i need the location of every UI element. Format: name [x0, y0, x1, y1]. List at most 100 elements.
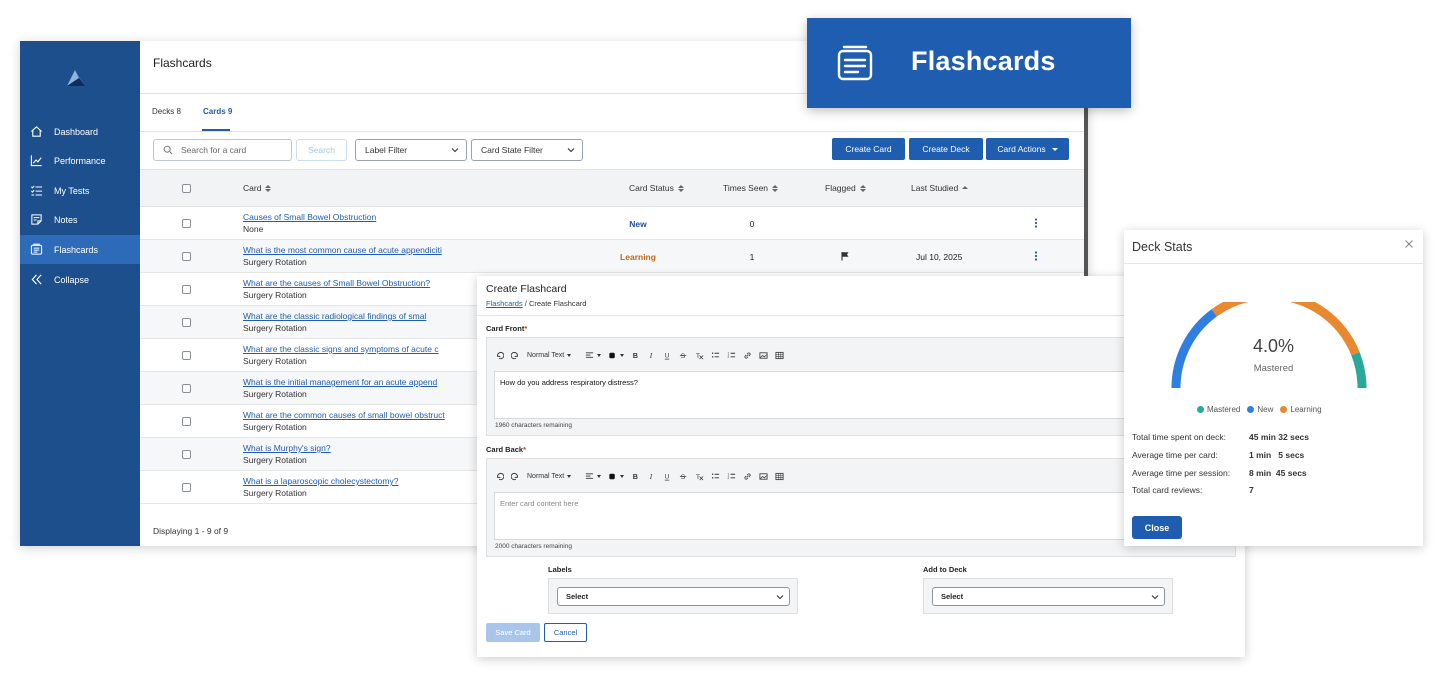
- row-checkbox[interactable]: [182, 384, 191, 393]
- text-color-icon[interactable]: [608, 472, 625, 481]
- column-last-studied[interactable]: Last Studied: [911, 183, 969, 193]
- format-dropdown[interactable]: Normal Text: [527, 352, 572, 359]
- italic-icon[interactable]: I: [647, 351, 656, 360]
- align-left-icon[interactable]: [585, 472, 602, 481]
- row-checkbox[interactable]: [182, 417, 191, 426]
- deck-select[interactable]: Select: [932, 587, 1165, 606]
- italic-icon[interactable]: I: [647, 472, 656, 481]
- strikethrough-icon[interactable]: S: [679, 351, 688, 360]
- card-title-link[interactable]: What are the common causes of small bowe…: [243, 410, 445, 420]
- link-icon[interactable]: [743, 472, 752, 481]
- clear-format-icon[interactable]: T: [695, 472, 704, 481]
- labels-select[interactable]: Select: [557, 587, 790, 606]
- add-to-deck-label: Add to Deck: [923, 565, 967, 574]
- table-icon[interactable]: [775, 472, 784, 481]
- close-button[interactable]: Close: [1132, 516, 1182, 539]
- breadcrumb-link-flashcards[interactable]: Flashcards: [486, 299, 523, 308]
- sidebar-item-label: My Tests: [54, 185, 90, 196]
- underline-icon[interactable]: U: [663, 472, 672, 481]
- numbered-list-icon[interactable]: 12: [727, 472, 736, 481]
- card-actions-button[interactable]: Card Actions: [986, 138, 1069, 160]
- card-title-link[interactable]: What are the classic signs and symptoms …: [243, 344, 439, 354]
- required-mark: *: [524, 324, 528, 333]
- row-checkbox[interactable]: [182, 318, 191, 327]
- create-card-button[interactable]: Create Card: [832, 138, 905, 160]
- image-icon[interactable]: [759, 351, 768, 360]
- bullet-list-icon[interactable]: [711, 472, 720, 481]
- format-dropdown[interactable]: Normal Text: [527, 472, 572, 480]
- card-state-filter-value: Card State Filter: [481, 145, 543, 155]
- row-checkbox[interactable]: [182, 285, 191, 294]
- legend-dot: [1280, 406, 1288, 413]
- format-dropdown-value: Normal Text: [527, 472, 565, 480]
- legend-label: New: [1257, 405, 1274, 414]
- card-front-textarea[interactable]: How do you address respiratory distress?: [494, 371, 1228, 419]
- table-row[interactable]: What is the most common cause of acute a…: [140, 240, 1088, 273]
- clear-format-icon[interactable]: T: [695, 351, 704, 360]
- card-title-link[interactable]: Causes of Small Bowel Obstruction: [243, 212, 376, 222]
- create-deck-button[interactable]: Create Deck: [909, 138, 983, 160]
- numbered-list-icon[interactable]: 12: [727, 351, 736, 360]
- stat-value: 1 min 5 secs: [1249, 450, 1304, 460]
- search-button[interactable]: Search: [296, 139, 347, 161]
- close-icon[interactable]: [1404, 239, 1414, 249]
- row-checkbox[interactable]: [182, 351, 191, 360]
- tab-decks[interactable]: Decks 8: [152, 107, 181, 116]
- sidebar-item-flashcards[interactable]: Flashcards: [20, 235, 140, 264]
- card-title-link[interactable]: What is the initial management for an ac…: [243, 377, 437, 387]
- undo-icon[interactable]: [495, 472, 504, 481]
- redo-icon[interactable]: [511, 351, 520, 360]
- column-card[interactable]: Card: [243, 183, 272, 193]
- sidebar-item-my-tests[interactable]: My Tests: [20, 176, 140, 205]
- more-options-icon[interactable]: [1033, 217, 1039, 229]
- sidebar-item-notes[interactable]: Notes: [20, 205, 140, 234]
- card-title-link[interactable]: What is a laparoscopic cholecystectomy?: [243, 476, 398, 486]
- redo-icon[interactable]: [511, 472, 520, 481]
- caret-down-icon: [567, 353, 572, 357]
- bullet-list-icon[interactable]: [711, 351, 720, 360]
- card-title-link[interactable]: What are the classic radiological findin…: [243, 311, 426, 321]
- sidebar-item-performance[interactable]: Performance: [20, 146, 140, 175]
- image-icon[interactable]: [759, 472, 768, 481]
- undo-icon[interactable]: [495, 351, 504, 360]
- label-filter-select[interactable]: Label Filter: [355, 139, 467, 161]
- flashcard-icon: [837, 45, 873, 81]
- column-times-seen[interactable]: Times Seen: [723, 183, 779, 193]
- column-card-status[interactable]: Card Status: [629, 183, 684, 193]
- cancel-button[interactable]: Cancel: [544, 623, 587, 642]
- table-row[interactable]: Causes of Small Bowel Obstruction None New…: [140, 207, 1088, 240]
- row-checkbox[interactable]: [182, 450, 191, 459]
- svg-text:U: U: [665, 352, 670, 359]
- table-icon[interactable]: [775, 351, 784, 360]
- link-icon[interactable]: [743, 351, 752, 360]
- more-options-icon[interactable]: [1033, 250, 1039, 262]
- save-card-button[interactable]: Save Card: [486, 623, 540, 642]
- card-back-textarea[interactable]: Enter card content here: [494, 492, 1228, 540]
- row-checkbox[interactable]: [182, 252, 191, 261]
- column-flagged[interactable]: Flagged: [825, 183, 866, 193]
- breadcrumb: Flashcards / Create Flashcard: [486, 299, 586, 308]
- flag-icon[interactable]: [840, 251, 850, 261]
- row-checkbox[interactable]: [182, 219, 191, 228]
- underline-icon[interactable]: U: [663, 351, 672, 360]
- select-all-checkbox[interactable]: [182, 184, 191, 193]
- status-badge: Learning: [620, 252, 656, 262]
- card-title-link[interactable]: What is the most common cause of acute a…: [243, 245, 442, 255]
- sidebar-collapse[interactable]: Collapse: [20, 265, 140, 294]
- card-state-filter-select[interactable]: Card State Filter: [471, 139, 583, 161]
- search-input[interactable]: Search for a card: [153, 139, 292, 161]
- card-label: Surgery Rotation: [243, 257, 307, 267]
- sidebar-item-dashboard[interactable]: Dashboard: [20, 117, 140, 146]
- text-color-icon[interactable]: [608, 351, 625, 360]
- stat-label: Average time per session:: [1132, 468, 1231, 478]
- row-checkbox[interactable]: [182, 483, 191, 492]
- card-title-link[interactable]: What is Murphy's sign?: [243, 443, 331, 453]
- bold-icon[interactable]: B: [631, 351, 640, 360]
- legend-item-mastered: Mastered: [1197, 405, 1240, 414]
- strikethrough-icon[interactable]: S: [679, 472, 688, 481]
- tab-cards[interactable]: Cards 9: [203, 107, 232, 116]
- bold-icon[interactable]: B: [631, 472, 640, 481]
- card-title-link[interactable]: What are the causes of Small Bowel Obstr…: [243, 278, 430, 288]
- labels-label: Labels: [548, 565, 572, 574]
- align-left-icon[interactable]: [585, 351, 602, 360]
